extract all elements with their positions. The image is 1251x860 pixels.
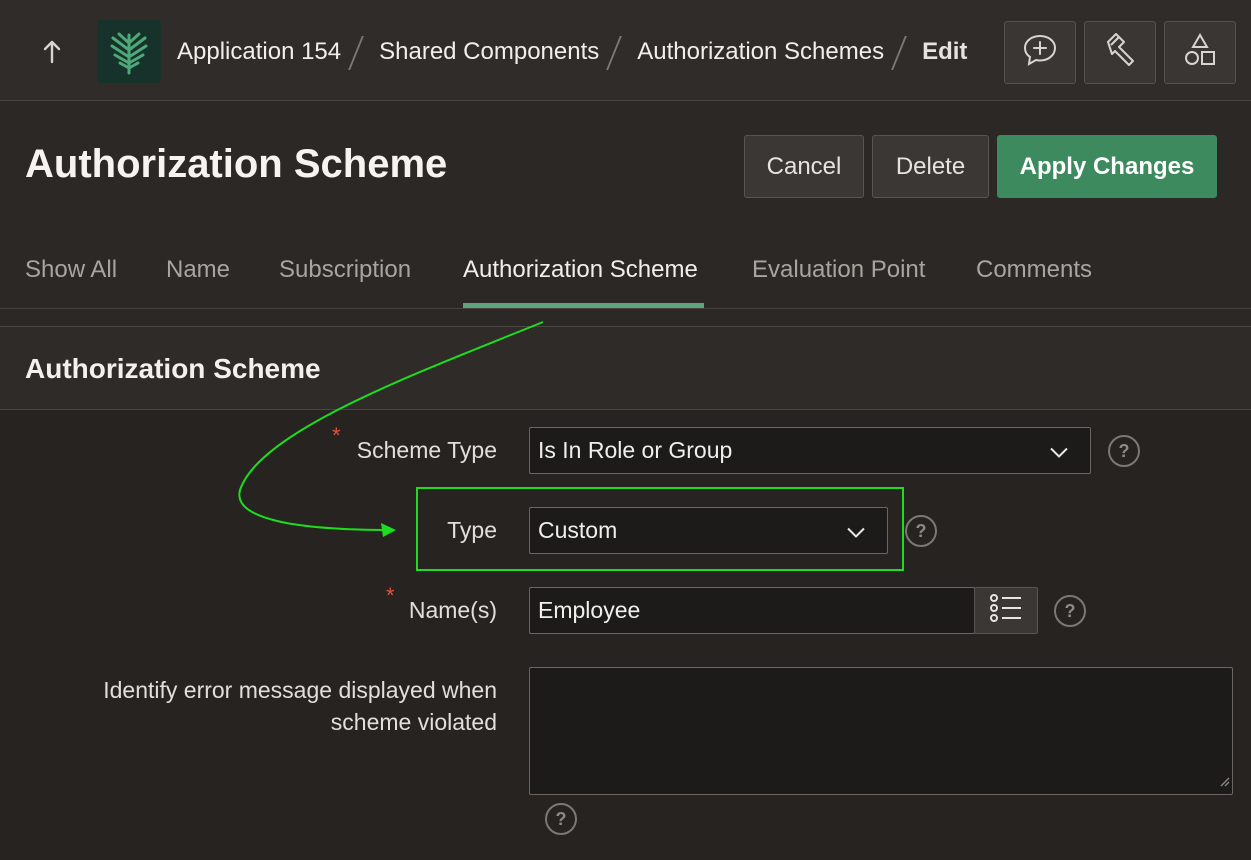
delete-button[interactable]: Delete [872, 135, 989, 198]
scheme-type-label: Scheme Type [356, 437, 497, 463]
list-of-values-button[interactable] [974, 587, 1038, 634]
page-title: Authorization Scheme [25, 142, 448, 186]
required-marker: * [386, 583, 395, 608]
names-input[interactable]: Employee [529, 587, 975, 634]
scheme-type-help-icon[interactable]: ? [1108, 435, 1140, 467]
flashlight-icon [1102, 32, 1138, 73]
error-message-textarea[interactable] [529, 667, 1233, 795]
flashlight-button[interactable] [1084, 21, 1156, 84]
up-arrow-icon[interactable] [30, 30, 74, 74]
cancel-button[interactable]: Cancel [744, 135, 864, 198]
shapes-icon [1182, 32, 1218, 73]
tab-subscription[interactable]: Subscription [279, 256, 411, 308]
feedback-button[interactable] [1004, 21, 1076, 84]
region-title: Authorization Scheme [25, 353, 321, 384]
tab-bar: Show All Name Subscription Authorization… [0, 240, 1251, 308]
tab-divider [0, 308, 1251, 309]
shapes-button[interactable] [1164, 21, 1236, 84]
names-label: Name(s) [408, 597, 497, 623]
type-help-icon[interactable]: ? [905, 515, 937, 547]
breadcrumb-separator [884, 34, 922, 70]
region-header: Authorization Scheme [0, 327, 1251, 410]
scheme-type-value: Is In Role or Group [538, 437, 733, 463]
breadcrumb-current: Edit [922, 38, 968, 65]
names-value: Employee [538, 597, 641, 623]
scheme-type-select[interactable]: Is In Role or Group [529, 427, 1091, 474]
required-marker: * [332, 423, 341, 448]
feedback-plus-icon [1022, 33, 1058, 72]
breadcrumb: Application 154 Shared Components Author… [177, 34, 967, 70]
apply-changes-button[interactable]: Apply Changes [997, 135, 1217, 198]
authorization-scheme-region: Authorization Scheme * Scheme Type Is In… [0, 326, 1251, 860]
breadcrumb-shared-components[interactable]: Shared Components [379, 38, 599, 66]
breadcrumb-authorization-schemes[interactable]: Authorization Schemes [637, 38, 884, 66]
tab-show-all[interactable]: Show All [25, 256, 117, 308]
annotation-highlight-box [416, 487, 904, 571]
tab-name[interactable]: Name [166, 256, 230, 308]
breadcrumb-separator [341, 34, 379, 70]
tab-evaluation-point[interactable]: Evaluation Point [752, 256, 925, 308]
breadcrumb-separator [599, 34, 637, 70]
top-bar: Application 154 Shared Components Author… [0, 0, 1251, 101]
chevron-down-icon [1050, 437, 1068, 464]
error-message-label-line1: Identify error message displayed when [103, 677, 497, 703]
error-message-help-icon[interactable]: ? [545, 803, 577, 835]
resize-handle-icon[interactable] [1218, 774, 1230, 792]
list-icon [989, 594, 1023, 627]
app-tree-logo-icon[interactable] [97, 20, 161, 83]
breadcrumb-app[interactable]: Application 154 [177, 38, 341, 66]
error-message-label-line2: scheme violated [330, 709, 497, 735]
names-help-icon[interactable]: ? [1054, 595, 1086, 627]
tab-comments[interactable]: Comments [976, 256, 1092, 308]
tab-authorization-scheme[interactable]: Authorization Scheme [463, 256, 704, 308]
